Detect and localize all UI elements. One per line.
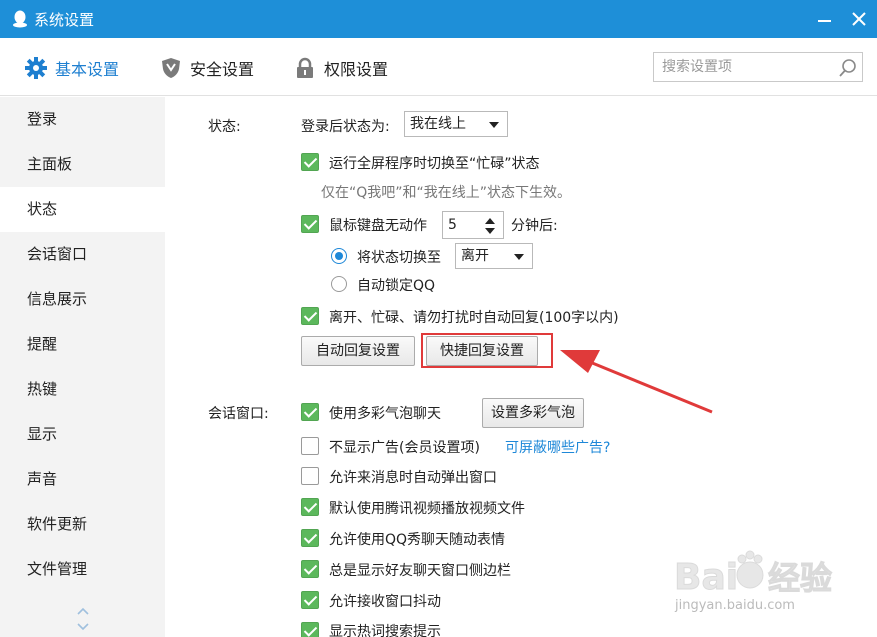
fullscreen-busy-label: 运行全屏程序时切换至“忙碌”状态 [329, 156, 540, 172]
chevron-down-icon [514, 254, 524, 260]
switch-status-label: 将状态切换至 [357, 250, 441, 266]
bubble-label: 使用多彩气泡聊天 [329, 406, 441, 422]
blockable-ads-link[interactable]: 可屏蔽哪些广告? [505, 437, 610, 457]
auto-popup-checkbox[interactable] [301, 467, 319, 485]
status-section-title: 状态: [208, 119, 241, 135]
sidebar-scroll-arrows-icon[interactable] [76, 605, 90, 633]
tencent-video-checkbox[interactable] [301, 498, 319, 516]
tab-label: 权限设置 [324, 60, 389, 79]
sidebar-item-login[interactable]: 登录 [0, 97, 165, 142]
chat-section-title: 会话窗口: [208, 406, 269, 422]
idle-minutes-stepper[interactable]: 5 [442, 211, 504, 239]
close-button[interactable] [850, 10, 868, 28]
tab-label: 基本设置 [55, 60, 120, 79]
settings-sidebar: 登录 主面板 状态 会话窗口 信息展示 提醒 热键 显示 声音 软件更新 文件管… [0, 97, 165, 637]
window-shake-label: 允许接收窗口抖动 [329, 594, 441, 610]
sidebar-item-status[interactable]: 状态 [0, 187, 165, 232]
sidebar-item-chat-window[interactable]: 会话窗口 [0, 232, 165, 277]
svg-text:Bai: Bai [674, 557, 738, 598]
title-bar: 系统设置 [0, 0, 877, 38]
window-title: 系统设置 [34, 11, 95, 29]
no-ads-label: 不显示广告(会员设置项) [329, 440, 480, 456]
switch-status-select[interactable]: 离开 [455, 243, 533, 269]
login-status-value: 我在线上 [410, 116, 466, 132]
lock-icon [297, 57, 313, 78]
auto-lock-label: 自动锁定QQ [357, 278, 436, 294]
hot-words-label: 显示热词搜索提示 [329, 624, 441, 637]
sidebar-item-sound[interactable]: 声音 [0, 457, 165, 502]
tencent-video-label: 默认使用腾讯视频播放视频文件 [329, 501, 525, 517]
qq-show-checkbox[interactable] [301, 529, 319, 547]
switch-status-value: 离开 [461, 248, 489, 264]
settings-search-box[interactable] [653, 52, 863, 82]
fullscreen-busy-hint: 仅在“Q我吧”和“我在线上”状态下生效。 [321, 185, 572, 201]
sidebar-item-file-management[interactable]: 文件管理 [0, 547, 165, 592]
highlight-box [421, 333, 553, 368]
qq-penguin-icon [13, 10, 27, 28]
minimize-button[interactable] [818, 20, 831, 22]
login-status-label: 登录后状态为: [301, 119, 390, 135]
sidebar-item-software-update[interactable]: 软件更新 [0, 502, 165, 547]
idle-minutes-value: 5 [448, 217, 457, 233]
stepper-down-icon[interactable] [485, 228, 495, 234]
sidebar-item-info-display[interactable]: 信息展示 [0, 277, 165, 322]
settings-tab-bar: 基本设置 安全设置 权限设置 [0, 38, 877, 96]
idle-label: 鼠标键盘无动作 [329, 218, 427, 234]
stepper-up-icon[interactable] [485, 218, 495, 224]
watermark-url: jingyan.baidu.com [675, 598, 795, 613]
sidebar-item-main-panel[interactable]: 主面板 [0, 142, 165, 187]
hot-words-checkbox[interactable] [301, 622, 319, 637]
sidebar-item-hotkeys[interactable]: 热键 [0, 367, 165, 412]
tab-permission-settings[interactable]: 权限设置 [294, 54, 388, 82]
shield-icon [162, 58, 180, 78]
sidebar-item-display[interactable]: 显示 [0, 412, 165, 457]
chevron-down-icon [489, 122, 499, 128]
auto-lock-radio[interactable] [331, 276, 347, 292]
chat-sidebar-checkbox[interactable] [301, 560, 319, 578]
window-shake-checkbox[interactable] [301, 591, 319, 609]
tab-security-settings[interactable]: 安全设置 [160, 54, 254, 82]
fullscreen-busy-checkbox[interactable] [301, 153, 319, 171]
tab-label: 安全设置 [190, 60, 255, 79]
login-status-select[interactable]: 我在线上 [404, 111, 508, 137]
auto-reply-settings-button[interactable]: 自动回复设置 [301, 336, 415, 366]
set-bubble-button[interactable]: 设置多彩气泡 [482, 398, 584, 428]
tab-basic-settings[interactable]: 基本设置 [25, 54, 119, 82]
idle-checkbox[interactable] [301, 215, 319, 233]
auto-popup-label: 允许来消息时自动弹出窗口 [329, 470, 497, 486]
auto-reply-checkbox[interactable] [301, 307, 319, 325]
idle-suffix: 分钟后: [511, 218, 558, 234]
bubble-checkbox[interactable] [301, 403, 319, 421]
gear-icon [25, 57, 47, 79]
search-input[interactable] [662, 57, 832, 77]
svg-text:经验: 经验 [768, 559, 832, 597]
no-ads-checkbox[interactable] [301, 437, 319, 455]
search-icon[interactable] [838, 58, 858, 78]
qq-show-label: 允许使用QQ秀聊天随动表情 [329, 532, 506, 548]
baidu-jingyan-watermark-icon: Bai 经验 [674, 550, 833, 599]
chat-sidebar-label: 总是显示好友聊天窗口侧边栏 [329, 563, 511, 579]
switch-status-radio[interactable] [331, 248, 347, 264]
auto-reply-label: 离开、忙碌、请勿打扰时自动回复(100字以内) [329, 310, 619, 326]
sidebar-item-reminders[interactable]: 提醒 [0, 322, 165, 367]
